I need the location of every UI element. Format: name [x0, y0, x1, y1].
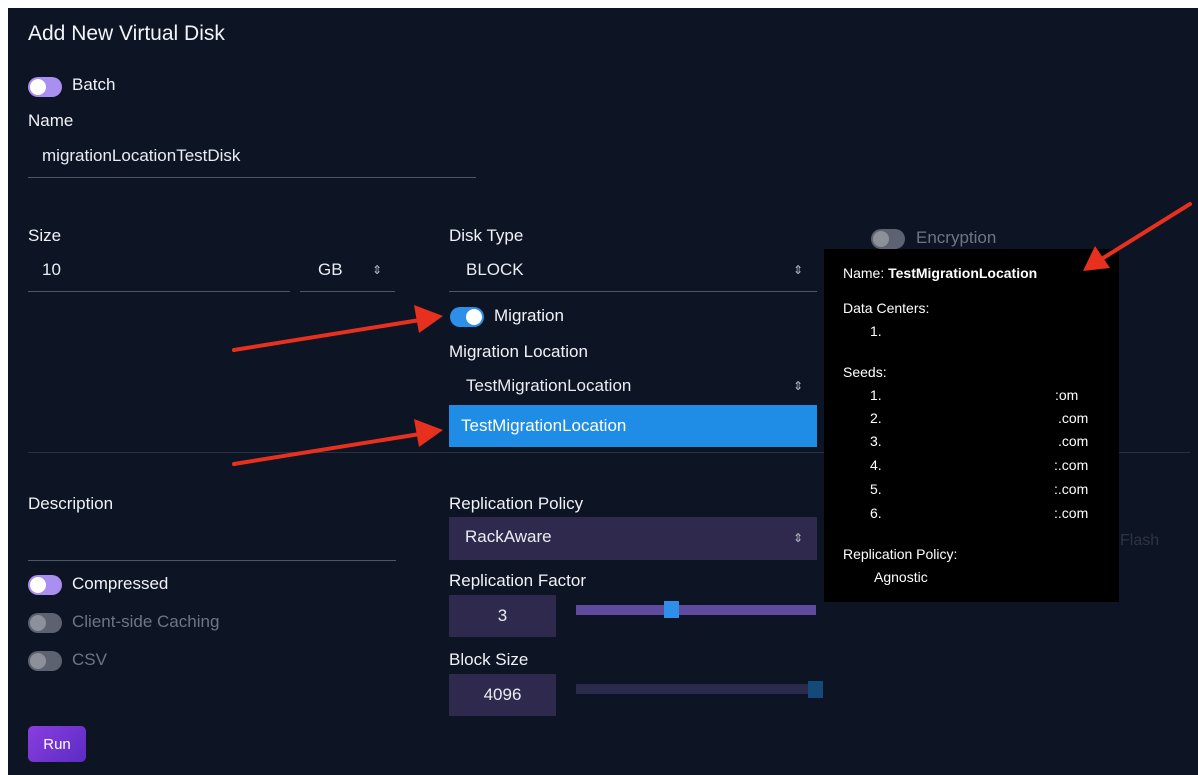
annotation-arrows: [232, 202, 1192, 466]
arrow-to-tooltip-name-icon: [1083, 202, 1192, 271]
arrow-to-location-option-icon: [232, 419, 443, 466]
arrow-to-migration-toggle-icon: [232, 305, 443, 352]
